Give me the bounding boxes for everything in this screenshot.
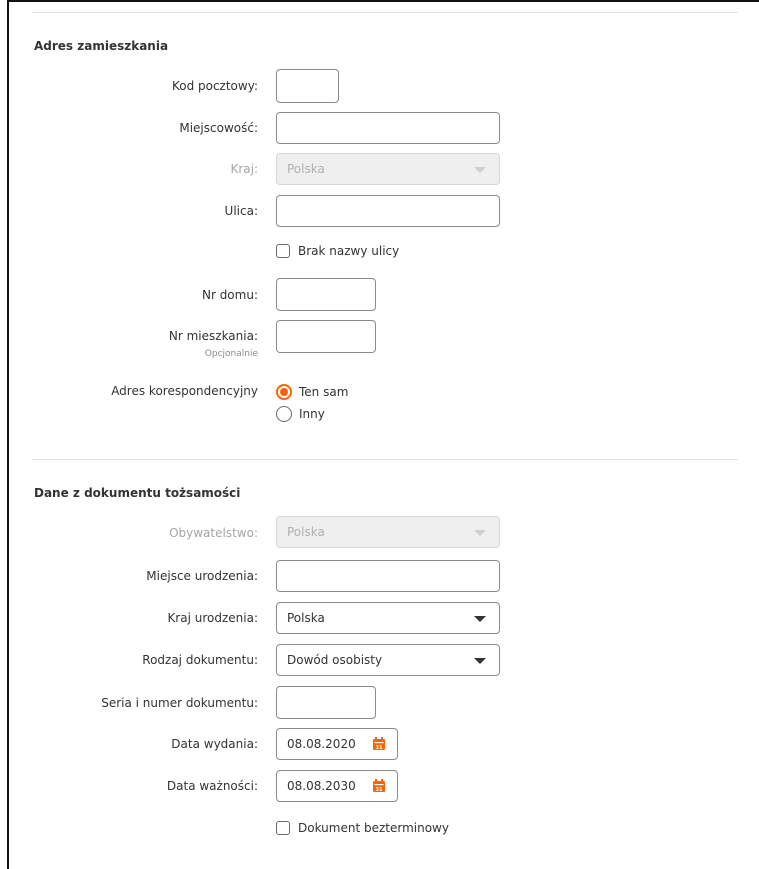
street-label: Ulica: (224, 204, 258, 218)
address-section-title: Adres zamieszkania (34, 39, 169, 53)
apartment-number-input[interactable] (276, 320, 376, 353)
issue-date-label: Data wydania: (171, 737, 258, 751)
identity-section-title: Dane z dokumentu tożsamości (34, 486, 241, 500)
birth-country-select[interactable]: Polska (276, 602, 500, 634)
document-type-value: Dowód osobisty (287, 653, 383, 667)
radio-other-address-button[interactable] (276, 406, 292, 422)
no-street-name-checkbox[interactable] (276, 244, 290, 258)
house-number-label: Nr domu: (201, 288, 258, 302)
issue-date-input[interactable]: 08.08.2020 31 (276, 728, 398, 760)
document-type-label: Rodzaj dokumentu: (142, 653, 258, 667)
citizenship-label: Obywatelstwo: (169, 526, 258, 540)
radio-same-address[interactable]: Ten sam (276, 384, 348, 400)
city-label: Miejscowość: (179, 121, 258, 135)
birthplace-label: Miejsce urodzenia: (146, 569, 258, 583)
country-value: Polska (287, 162, 325, 176)
country-label: Kraj: (230, 162, 258, 176)
section-divider (32, 459, 738, 460)
apartment-number-optional-hint: Opcjonalnie (204, 349, 258, 359)
no-expiry-label: Dokument bezterminowy (298, 821, 449, 835)
birthplace-input[interactable] (276, 560, 500, 592)
birth-country-label: Kraj urodzenia: (167, 611, 258, 625)
calendar-icon[interactable]: 31 (372, 779, 386, 793)
radio-other-address[interactable]: Inny (276, 406, 325, 422)
chevron-down-icon (474, 530, 486, 536)
citizenship-select: Polska (276, 516, 500, 548)
frame-border-left (7, 0, 9, 869)
document-type-select[interactable]: Dowód osobisty (276, 644, 500, 676)
expiry-date-value: 08.08.2030 (287, 779, 356, 793)
svg-text:31: 31 (376, 787, 383, 793)
frame-border-top (7, 0, 759, 2)
no-street-name-label: Brak nazwy ulicy (298, 244, 400, 258)
document-number-input[interactable] (276, 686, 376, 719)
postal-code-input[interactable] (276, 69, 339, 103)
radio-same-address-label: Ten sam (299, 385, 349, 399)
chevron-down-icon (474, 167, 486, 173)
expiry-date-input[interactable]: 08.08.2030 31 (276, 770, 398, 802)
no-expiry-checkbox-row[interactable]: Dokument bezterminowy (276, 821, 449, 835)
citizenship-value: Polska (287, 525, 325, 539)
street-input[interactable] (276, 195, 500, 227)
calendar-icon[interactable]: 31 (372, 737, 386, 751)
no-expiry-checkbox[interactable] (276, 821, 290, 835)
chevron-down-icon (474, 658, 486, 664)
chevron-down-icon (474, 616, 486, 622)
apartment-number-label: Nr mieszkania: (168, 329, 258, 343)
radio-other-address-label: Inny (299, 407, 325, 421)
expiry-date-label: Data ważności: (166, 779, 258, 793)
postal-code-label: Kod pocztowy: (171, 79, 258, 93)
city-input[interactable] (276, 112, 500, 144)
house-number-input[interactable] (276, 278, 376, 311)
country-select: Polska (276, 153, 500, 185)
issue-date-value: 08.08.2020 (287, 737, 356, 751)
no-street-name-checkbox-row[interactable]: Brak nazwy ulicy (276, 244, 399, 258)
radio-same-address-button[interactable] (276, 384, 292, 400)
birth-country-value: Polska (287, 611, 325, 625)
top-divider (32, 12, 738, 13)
correspondence-label: Adres korespondencyjny (111, 384, 258, 398)
document-number-label: Seria i numer dokumentu: (101, 696, 258, 710)
svg-text:31: 31 (376, 745, 383, 751)
